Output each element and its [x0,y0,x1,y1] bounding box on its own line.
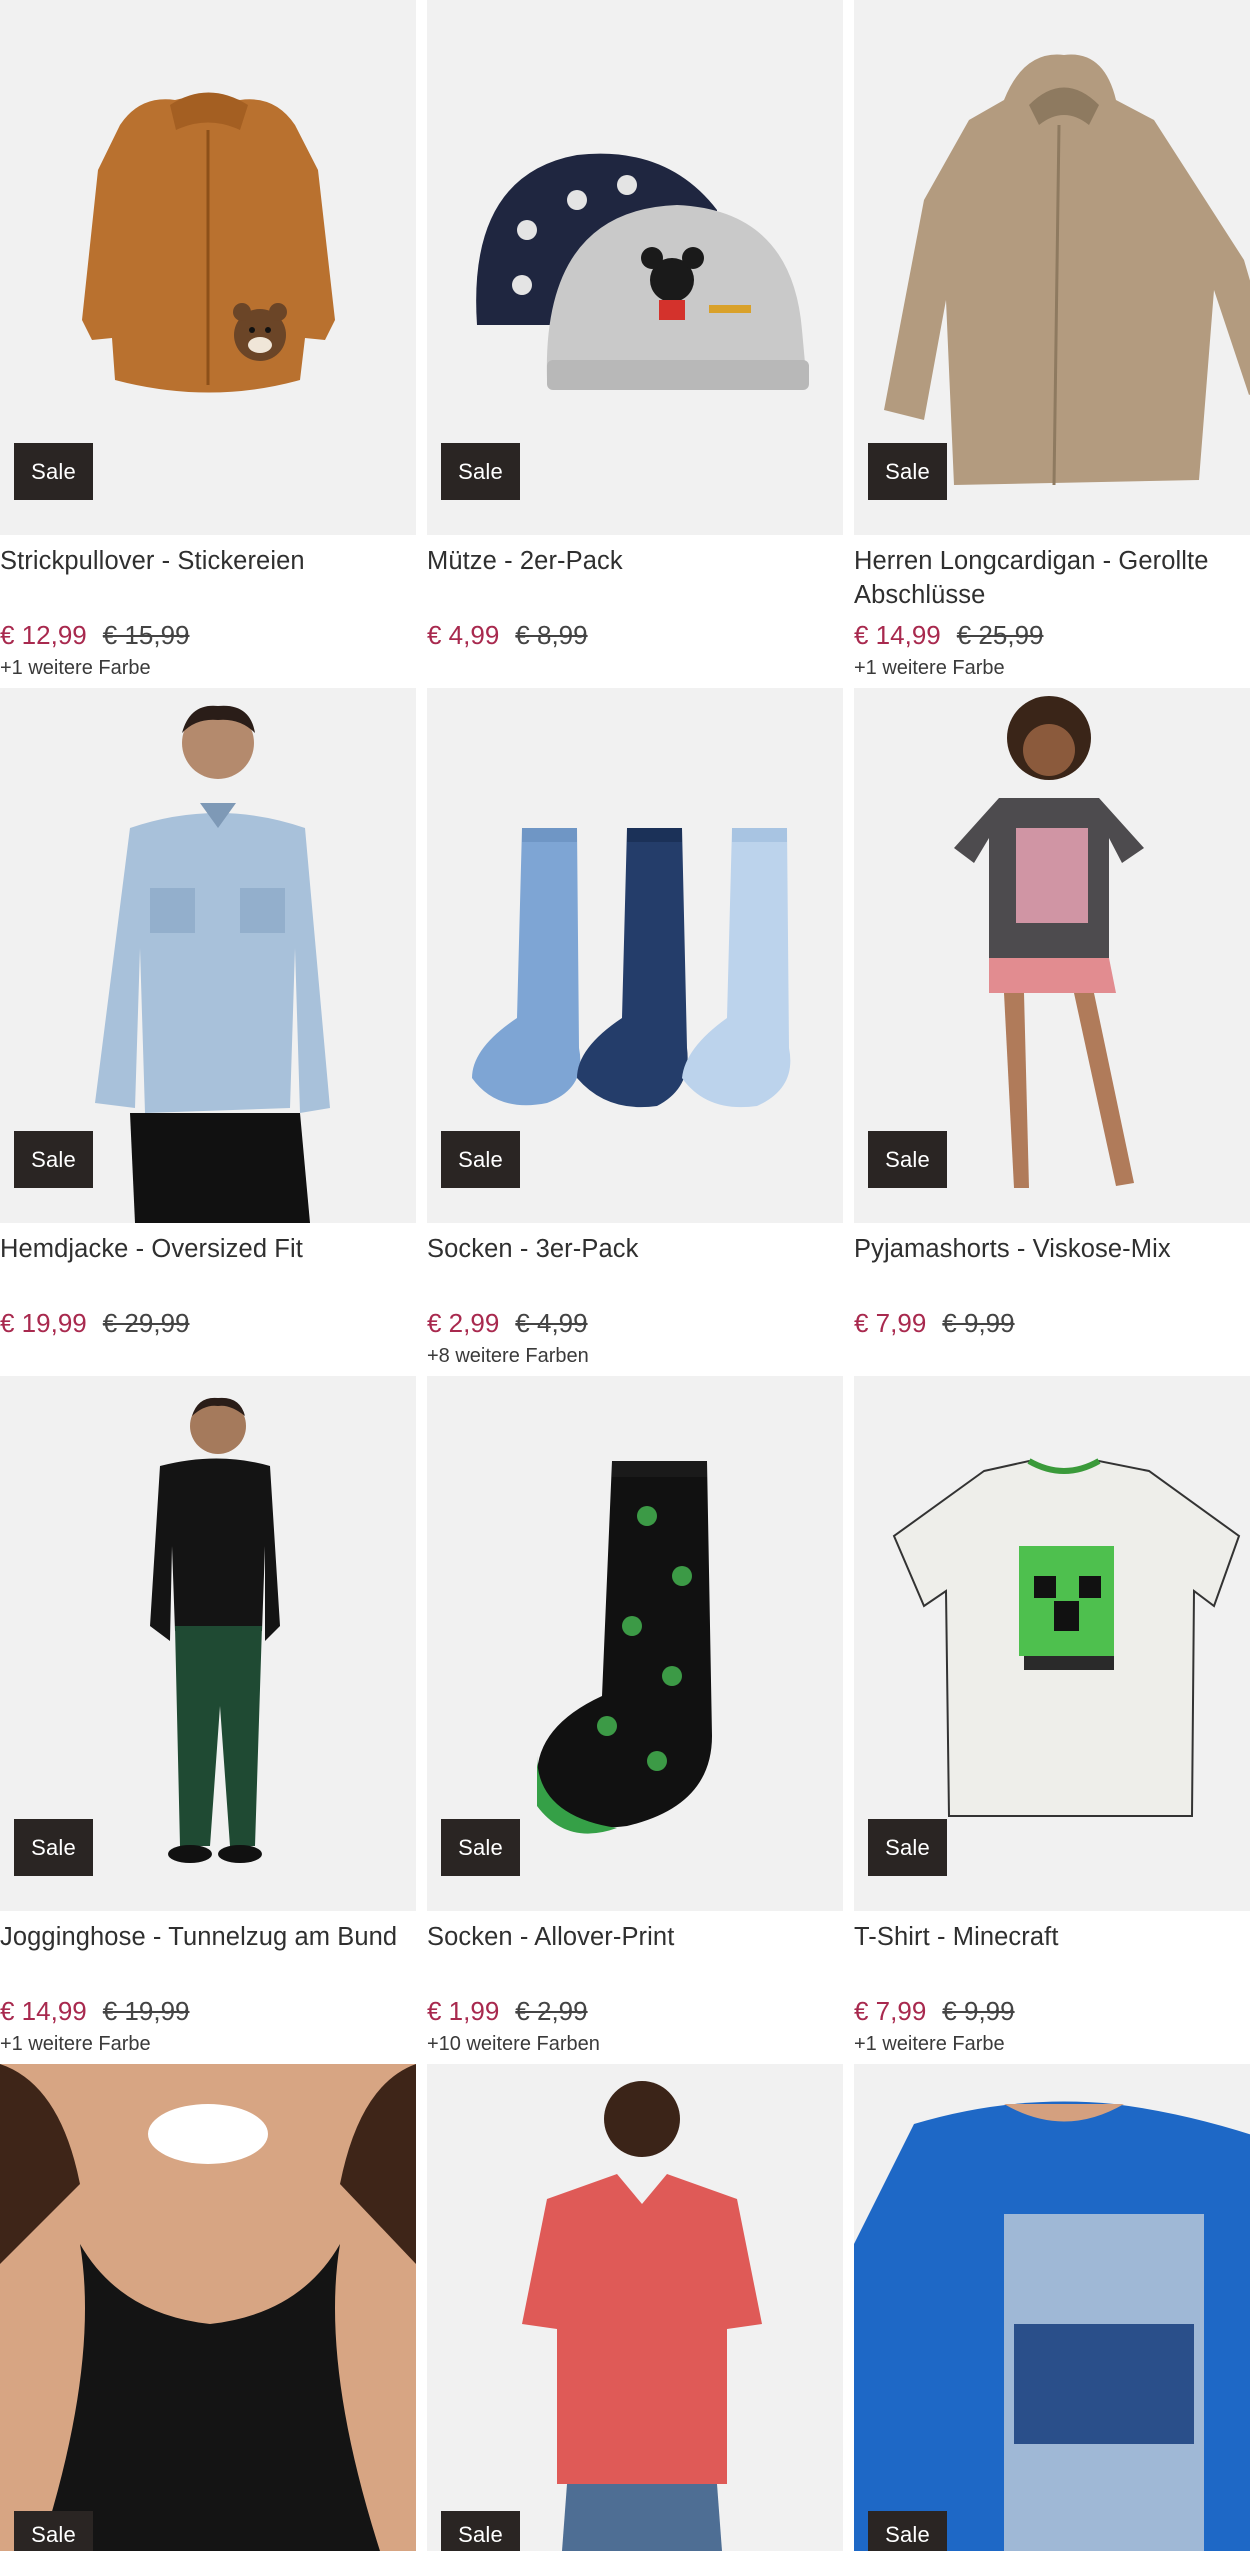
sale-badge: Sale [14,443,93,500]
original-price: € 8,99 [515,620,588,650]
product-title[interactable]: Pyjamashorts - Viskose-Mix [854,1232,1250,1300]
sale-price: € 1,99 [427,1996,500,2026]
product-image[interactable]: Sale [0,0,416,535]
product-card[interactable]: Sale Strickpullover - Stickereien € 12,9… [0,0,416,688]
product-image[interactable]: Sale [854,0,1250,535]
product-card[interactable]: Sale Herren Longcardigan - Gerollte Absc… [854,0,1250,688]
product-card[interactable]: Sale [0,2064,416,2551]
original-price: € 9,99 [942,1996,1015,2026]
product-card[interactable]: Sale Jogginghose - Tunnelzug am Bund € 1… [0,1376,416,2064]
sale-badge: Sale [14,1819,93,1876]
product-image[interactable]: Sale [427,0,843,535]
product-title[interactable]: Socken - Allover-Print [427,1920,843,1988]
more-colors-label[interactable]: +1 weitere Farbe [854,655,1250,681]
product-card[interactable]: Sale Hemdjacke - Oversized Fit € 19,99 €… [0,688,416,1376]
product-title[interactable]: Herren Longcardigan - Gerollte Abschlüss… [854,544,1250,612]
product-image[interactable]: Sale [427,688,843,1223]
sale-price: € 4,99 [427,620,500,650]
sale-badge: Sale [14,1131,93,1188]
original-price: € 19,99 [102,1996,190,2026]
product-title[interactable]: Mütze - 2er-Pack [427,544,843,612]
product-image[interactable]: Sale [854,688,1250,1223]
product-grid: Sale Strickpullover - Stickereien € 12,9… [0,0,1250,2064]
original-price: € 29,99 [102,1308,190,1338]
more-colors-label[interactable]: +8 weitere Farben [427,1343,843,1369]
sale-badge: Sale [868,2511,947,2551]
sale-price: € 7,99 [854,1996,927,2026]
more-colors-label[interactable]: +1 weitere Farbe [0,655,416,681]
sale-badge: Sale [868,1819,947,1876]
product-title[interactable]: Hemdjacke - Oversized Fit [0,1232,416,1300]
more-colors-label[interactable]: +1 weitere Farbe [0,2031,416,2057]
sale-badge: Sale [868,1131,947,1188]
original-price: € 2,99 [515,1996,588,2026]
original-price: € 9,99 [942,1308,1015,1338]
product-title[interactable]: T-Shirt - Minecraft [854,1920,1250,1988]
product-image[interactable]: Sale [854,1376,1250,1911]
original-price: € 15,99 [102,620,190,650]
sale-badge: Sale [441,2511,520,2551]
blue-print-tshirt-icon [854,2101,1250,2551]
sale-badge: Sale [868,443,947,500]
product-title[interactable]: Jogginghose - Tunnelzug am Bund [0,1920,416,1988]
sale-price: € 14,99 [854,620,941,650]
product-card[interactable]: Sale [854,2064,1250,2551]
product-image[interactable]: Sale [0,688,416,1223]
product-card[interactable]: Sale T-Shirt - Minecraft € 7,99 € 9,99 +… [854,1376,1250,2064]
product-title[interactable]: Socken - 3er-Pack [427,1232,843,1300]
product-card[interactable]: Sale Mütze - 2er-Pack € 4,99 € 8,99 [427,0,843,688]
product-image[interactable]: Sale [854,2064,1250,2551]
sale-price: € 7,99 [854,1308,927,1338]
product-image[interactable]: Sale [0,1376,416,1911]
product-grid-partial-row: Sale Sale Sale [0,2064,1250,2551]
sale-price: € 19,99 [0,1308,87,1338]
sale-badge: Sale [441,1131,520,1188]
sale-badge: Sale [14,2511,93,2551]
product-card[interactable]: Sale Socken - Allover-Print € 1,99 € 2,9… [427,1376,843,2064]
product-card[interactable]: Sale Socken - 3er-Pack € 2,99 € 4,99 +8 … [427,688,843,1376]
product-image[interactable]: Sale [0,2064,416,2551]
sale-price: € 14,99 [0,1996,87,2026]
product-card[interactable]: Sale Pyjamashorts - Viskose-Mix € 7,99 €… [854,688,1250,1376]
product-card[interactable]: Sale [427,2064,843,2551]
product-title[interactable]: Strickpullover - Stickereien [0,544,416,612]
sale-badge: Sale [441,443,520,500]
product-image[interactable]: Sale [427,2064,843,2551]
black-lace-bra-icon [0,2064,416,2551]
sale-price: € 12,99 [0,620,87,650]
original-price: € 4,99 [515,1308,588,1338]
sale-price: € 2,99 [427,1308,500,1338]
original-price: € 25,99 [956,620,1044,650]
more-colors-label[interactable]: +1 weitere Farbe [854,2031,1250,2057]
more-colors-label[interactable]: +10 weitere Farben [427,2031,843,2057]
sale-badge: Sale [441,1819,520,1876]
red-vneck-tshirt-icon [522,2081,762,2551]
product-image[interactable]: Sale [427,1376,843,1911]
